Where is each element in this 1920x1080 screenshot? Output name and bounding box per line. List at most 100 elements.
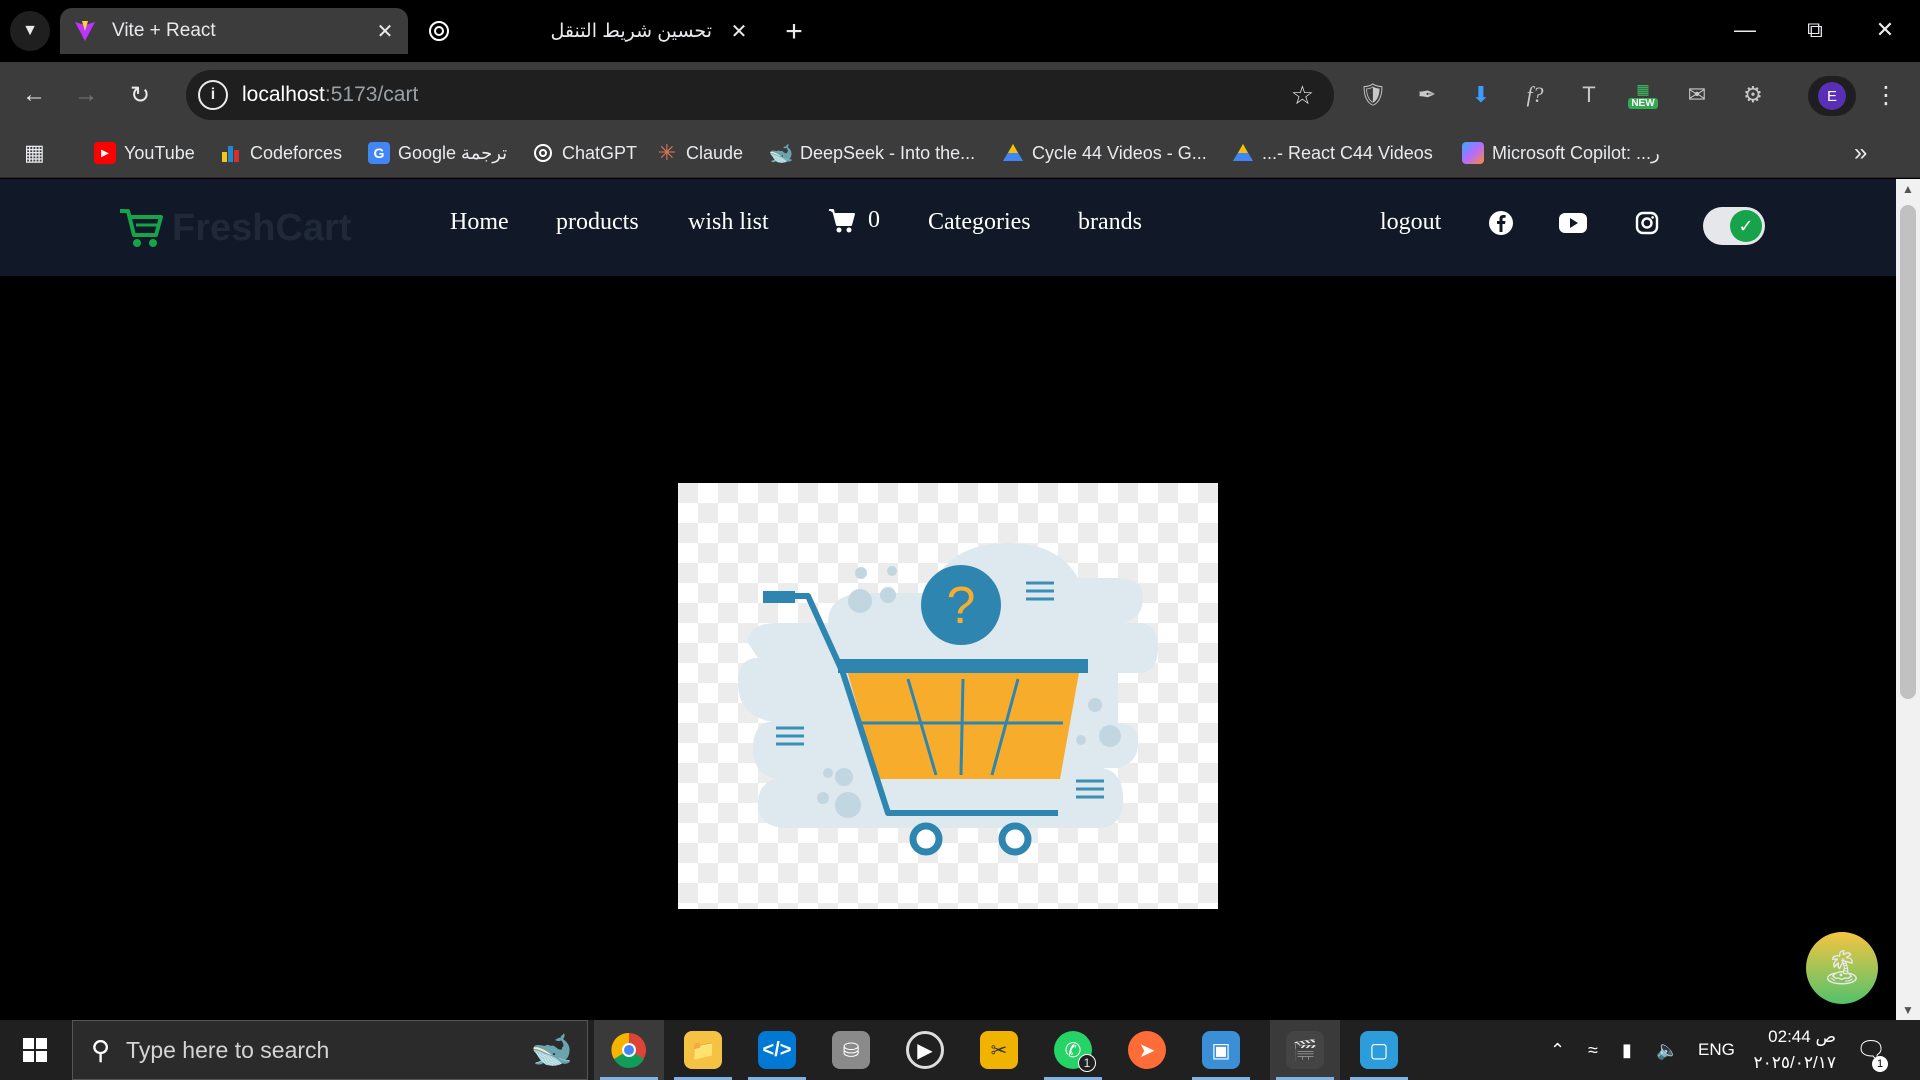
language-indicator[interactable]: ENG [1698,1020,1735,1080]
tab-navbar-improve[interactable]: تحسين شريط التنقل ✕ [414,8,762,54]
text-extension-icon[interactable]: T [1572,78,1606,112]
new-extension-icon[interactable]: ▦ NEW [1626,78,1660,112]
nav-home[interactable]: Home [450,209,509,236]
plus-icon: + [785,15,803,48]
bookmark-label: ...- React C44 Videos [1262,142,1433,163]
back-button[interactable]: ← [14,75,54,115]
site-info-icon[interactable]: i [198,80,228,110]
scroll-down-icon[interactable]: ▼ [1896,1000,1920,1020]
database-icon: ⛁ [832,1031,870,1069]
mail-extension-icon[interactable]: ✉ [1680,78,1714,112]
clock-time: 02:44 ص [1768,1027,1836,1046]
taskbar-snipping-tool[interactable]: ✂ [964,1020,1034,1080]
nav-cart[interactable]: 0 [828,207,880,234]
new-tab-button[interactable]: + [776,14,812,50]
taskbar-remote-app[interactable]: ▢ [1344,1020,1414,1080]
close-tab-icon[interactable]: ✕ [724,16,754,46]
nav-wish-list[interactable]: wish list [688,209,769,236]
reload-button[interactable]: ↻ [120,75,160,115]
new-badge: NEW [1628,98,1658,109]
bookmark-label: Microsoft Copilot: ...ر [1492,142,1660,163]
nav-categories[interactable]: Categories [928,209,1031,236]
taskbar-search-box[interactable]: ⚲ Type here to search 🐋 [72,1020,588,1080]
bookmark-deepseek[interactable]: 🐋 DeepSeek - Into the... [768,138,976,168]
forward-button[interactable]: → [66,75,106,115]
profile-button[interactable]: E [1808,76,1856,116]
instagram-link[interactable] [1632,208,1662,238]
youtube-link[interactable] [1558,208,1588,238]
nav-products[interactable]: products [556,209,639,236]
taskbar-whatsapp[interactable]: ✆ 1 [1038,1020,1108,1080]
google-translate-icon: G [368,142,390,164]
address-bar[interactable]: i localhost :5173/cart ☆ [186,70,1334,120]
deepseek-icon: 🐋 [768,142,794,165]
volume-control[interactable]: 🔈 [1656,1020,1678,1080]
font-finder-extension-icon[interactable]: f? [1518,78,1552,112]
bookmark-chatgpt[interactable]: ChatGPT [532,138,637,168]
browser-menu-button[interactable]: ⋮ [1866,75,1906,115]
floating-weather-widget-icon[interactable]: 🏝 [1806,932,1878,1004]
page-viewport: FreshCart Home products wish list 0 Cate… [0,179,1896,1020]
minimize-button[interactable]: — [1710,0,1780,60]
taskbar-control-panel[interactable]: ▣ [1186,1020,1256,1080]
taskbar-postman[interactable]: ➤ [1112,1020,1182,1080]
bookmark-copilot[interactable]: Microsoft Copilot: ...ر [1462,138,1660,168]
bookmark-star-icon[interactable]: ☆ [1291,80,1314,111]
bookmark-react-c44[interactable]: ...- React C44 Videos [1232,138,1433,168]
codeforces-icon [220,142,242,164]
apps-grid-button[interactable]: ▦ [24,138,45,168]
notification-center[interactable]: 🗨 1 [1856,1020,1888,1080]
tab-vite-react[interactable]: Vite + React ✕ [60,8,408,54]
download-extension-icon[interactable]: ⬇ [1464,78,1498,112]
more-bookmarks-button[interactable]: » [1854,138,1867,168]
taskbar-video-editor[interactable]: 🎬 [1270,1020,1340,1080]
scroll-thumb[interactable] [1900,205,1916,699]
speaker-icon: 🔈 [1656,1039,1679,1060]
bookmark-label: Codeforces [250,142,343,163]
apps-grid-icon: ▦ [24,140,45,165]
shield-extension-icon[interactable]: 🛡 [1356,78,1390,112]
windows-taskbar: ⚲ Type here to search 🐋 📁 </> ⛁ ▶ ✂ ✆ 1 … [0,1020,1920,1080]
bookmark-label: Google ترجمة [398,142,508,163]
bookmarks-bar: ▦ ▶ YouTube Codeforces G Google ترجمة Ch… [0,128,1920,178]
taskbar-media-player[interactable]: ▶ [890,1020,960,1080]
browser-toolbar: ← → ↻ i localhost :5173/cart ☆ 🛡 ✒ ⬇ f? … [0,62,1920,128]
whale-decoration-icon: 🐋 [530,1031,573,1069]
dark-mode-toggle[interactable]: ✓ [1703,207,1765,245]
chatgpt-icon [426,18,452,44]
wifi-status[interactable]: ≈ [1588,1020,1598,1080]
scroll-up-icon[interactable]: ▲ [1896,179,1920,199]
search-placeholder: Type here to search [126,1036,330,1063]
battery-status[interactable]: ▮ [1622,1020,1632,1080]
bookmark-codeforces[interactable]: Codeforces [220,138,342,168]
taskbar-vscode[interactable]: </> [742,1020,812,1080]
bookmark-cycle44[interactable]: Cycle 44 Videos - G... [1002,138,1207,168]
tab-search-button[interactable]: ▼ [10,11,50,51]
taskbar-clock[interactable]: 02:44 ص ٢٠٢٥/٠٢/١٧ [1746,1024,1837,1076]
folder-icon: 📁 [684,1031,722,1069]
start-button[interactable] [0,1020,70,1080]
restore-button[interactable]: ⧉ [1780,0,1850,60]
logout-link[interactable]: logout [1380,209,1441,236]
close-window-button[interactable]: ✕ [1850,0,1920,60]
show-hidden-icons[interactable]: ⌃ [1550,1020,1565,1080]
page-scrollbar[interactable]: ▲ ▼ [1896,179,1920,1020]
eyedropper-extension-icon[interactable]: ✒ [1410,78,1444,112]
extensions-puzzle-icon[interactable]: ⚙ [1736,78,1770,112]
notification-count: 1 [1872,1056,1888,1072]
close-icon: ✕ [1875,17,1895,42]
shopping-cart-icon [829,208,855,232]
brand-logo[interactable]: FreshCart [118,205,352,251]
bookmark-google-translate[interactable]: G Google ترجمة [368,138,507,168]
taskbar-database[interactable]: ⛁ [816,1020,886,1080]
copilot-icon [1462,142,1484,164]
bookmark-youtube[interactable]: ▶ YouTube [94,138,195,168]
close-tab-icon[interactable]: ✕ [370,16,400,46]
nav-brands[interactable]: brands [1078,209,1142,236]
bookmark-claude[interactable]: ✳ Claude [656,138,743,168]
taskbar-chrome[interactable] [594,1020,664,1080]
taskbar-file-explorer[interactable]: 📁 [668,1020,738,1080]
facebook-link[interactable] [1486,208,1516,238]
double-chevron-right-icon: » [1854,139,1868,166]
svg-text:?: ? [947,577,976,635]
